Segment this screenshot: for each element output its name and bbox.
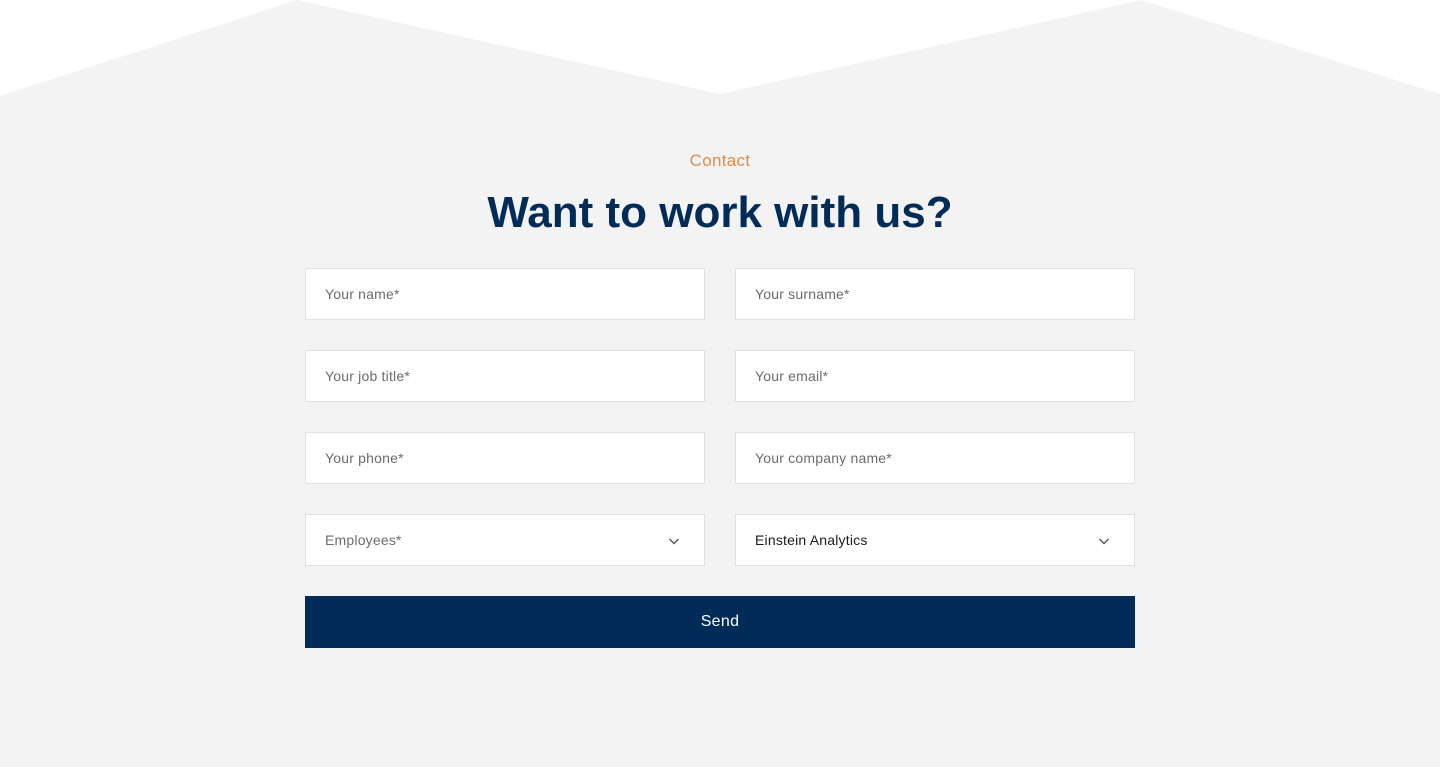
email-placeholder: Your email* bbox=[755, 368, 829, 384]
section-title: Want to work with us? bbox=[487, 188, 953, 237]
product-select[interactable]: Einstein Analytics bbox=[735, 514, 1135, 566]
surname-placeholder: Your surname* bbox=[755, 286, 850, 302]
chevron-down-icon bbox=[669, 538, 679, 545]
job-title-input[interactable]: Your job title* bbox=[305, 350, 705, 402]
send-button-label: Send bbox=[700, 613, 740, 630]
contact-section: Contact Want to work with us? Your name*… bbox=[0, 0, 1440, 767]
job-title-placeholder: Your job title* bbox=[325, 368, 410, 384]
company-name-placeholder: Your company name* bbox=[755, 450, 892, 466]
send-button[interactable]: Send bbox=[305, 596, 1135, 648]
email-input[interactable]: Your email* bbox=[735, 350, 1135, 402]
product-selected-value: Einstein Analytics bbox=[755, 532, 868, 548]
name-placeholder: Your name* bbox=[325, 286, 400, 302]
company-name-input[interactable]: Your company name* bbox=[735, 432, 1135, 484]
name-input[interactable]: Your name* bbox=[305, 268, 705, 320]
surname-input[interactable]: Your surname* bbox=[735, 268, 1135, 320]
phone-input[interactable]: Your phone* bbox=[305, 432, 705, 484]
employees-select[interactable]: Employees* bbox=[305, 514, 705, 566]
contact-page: Contact Want to work with us? Your name*… bbox=[0, 0, 1440, 767]
phone-placeholder: Your phone* bbox=[325, 450, 404, 466]
section-eyebrow: Contact bbox=[689, 151, 751, 170]
chevron-down-icon bbox=[1099, 538, 1109, 545]
employees-placeholder: Employees* bbox=[325, 532, 402, 548]
